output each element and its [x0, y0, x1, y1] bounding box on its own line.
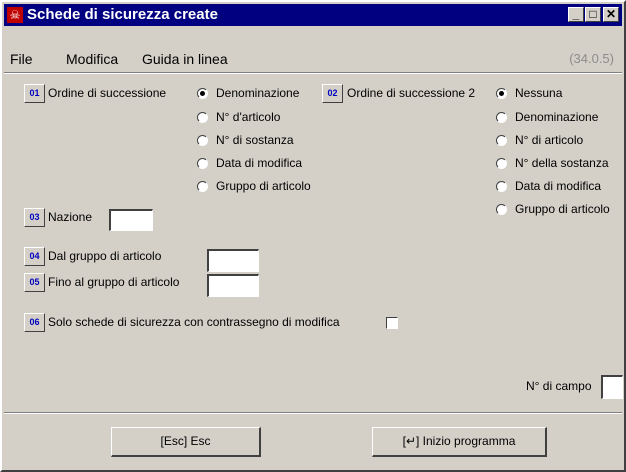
order1-radio-articolo[interactable] [197, 112, 208, 123]
order1-option-label: Data di modifica [216, 156, 303, 170]
order2-label: Ordine di successione 2 [347, 86, 476, 100]
close-button[interactable]: ✕ [603, 7, 619, 22]
only-marked-label: Solo schede di sicurezza con contrassegn… [48, 315, 340, 329]
order2-option-label: N° della sostanza [515, 156, 609, 170]
group-from-input[interactable] [207, 249, 259, 272]
menu-guida-in-linea[interactable]: Guida in linea [142, 48, 228, 70]
menu-modifica[interactable]: Modifica [66, 48, 118, 70]
maximize-button[interactable]: □ [585, 7, 601, 22]
order1-option-label: N° d'articolo [216, 110, 281, 124]
field-05-button[interactable]: 05 [24, 273, 45, 292]
order1-option-label: Denominazione [216, 86, 300, 100]
group-from-label: Dal gruppo di articolo [48, 249, 162, 263]
order1-radio-denominazione[interactable] [197, 88, 208, 99]
order1-label: Ordine di successione [48, 86, 167, 100]
order2-radio-nessuna[interactable] [496, 88, 507, 99]
order1-radio-data-modifica[interactable] [197, 158, 208, 169]
group-to-input[interactable] [207, 274, 259, 297]
order2-radio-articolo[interactable] [496, 135, 507, 146]
order2-radio-data-modifica[interactable] [496, 181, 507, 192]
order2-option-label: Denominazione [515, 110, 599, 124]
order2-option-label: Gruppo di articolo [515, 202, 610, 216]
order2-radio-denominazione[interactable] [496, 112, 507, 123]
menu-separator [4, 72, 622, 74]
order2-radio-gruppo[interactable] [496, 204, 507, 215]
field-04-button[interactable]: 04 [24, 247, 45, 266]
order2-option-label: N° di articolo [515, 133, 584, 147]
menu-bar: File Modifica Guida in linea (34.0.5) [4, 48, 622, 70]
order1-radio-sostanza[interactable] [197, 135, 208, 146]
footer-separator [4, 412, 622, 414]
order1-radio-gruppo[interactable] [197, 181, 208, 192]
nation-input[interactable] [109, 209, 153, 231]
hazard-skull-icon: ☠ [7, 7, 23, 23]
field-02-button[interactable]: 02 [322, 84, 343, 103]
field-number-input[interactable] [601, 375, 623, 399]
field-01-button[interactable]: 01 [24, 84, 45, 103]
order1-option-label: Gruppo di articolo [216, 179, 311, 193]
esc-button[interactable]: [Esc] Esc [111, 427, 261, 457]
only-marked-checkbox[interactable] [386, 317, 398, 329]
order2-radio-sostanza[interactable] [496, 158, 507, 169]
main-window: ☠ Schede di sicurezza create _ □ ✕ File … [0, 0, 626, 472]
version-label: (34.0.5) [569, 51, 614, 66]
nation-label: Nazione [48, 210, 93, 224]
order1-option-label: N° di sostanza [216, 133, 294, 147]
window-title: Schede di sicurezza create [27, 6, 218, 23]
field-06-button[interactable]: 06 [24, 313, 45, 332]
field-03-button[interactable]: 03 [24, 208, 45, 227]
start-program-button[interactable]: [↵] Inizio programma [372, 427, 547, 457]
field-number-label: N° di campo [526, 379, 592, 393]
order2-option-label: Nessuna [515, 86, 563, 100]
minimize-button[interactable]: _ [568, 7, 584, 22]
title-bar: ☠ Schede di sicurezza create _ □ ✕ [4, 4, 622, 26]
order2-option-label: Data di modifica [515, 179, 602, 193]
group-to-label: Fino al gruppo di articolo [48, 275, 180, 289]
menu-file[interactable]: File [10, 48, 33, 70]
